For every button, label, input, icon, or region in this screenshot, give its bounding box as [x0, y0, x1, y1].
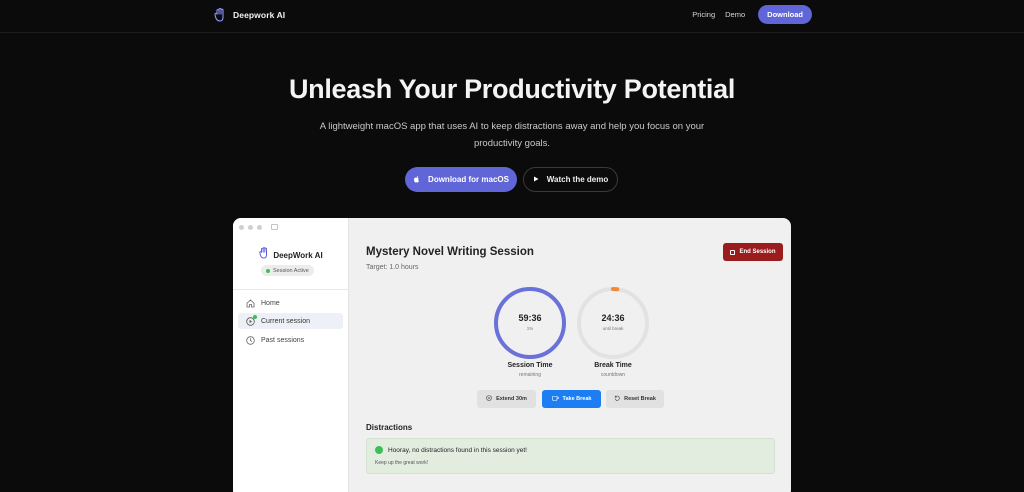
session-status-badge: Session Active [261, 265, 314, 276]
sidebar-item-current-session[interactable]: Current session [238, 313, 343, 329]
sidebar-item-label: Current session [261, 317, 311, 325]
distractions-message-row: Hooray, no distractions found in this se… [375, 446, 527, 454]
watch-demo-label: Watch the demo [546, 175, 609, 184]
take-break-label: Take Break [562, 396, 592, 402]
sidebar-toggle-icon[interactable] [271, 224, 278, 230]
status-text: Session Active [273, 267, 309, 274]
top-nav: Deepwork AI Pricing Demo Download [0, 0, 1024, 33]
sidebar-item-home[interactable]: Home [238, 295, 343, 311]
app-sidebar: DeepWork AI Session Active Home Current … [233, 218, 349, 492]
reset-break-label: Reset Break [624, 396, 656, 402]
session-timer-ring: 59:36 1% [491, 284, 569, 362]
status-dot [266, 268, 270, 273]
reset-icon [614, 395, 620, 403]
hand-logo-icon [259, 246, 269, 264]
watch-demo-button[interactable]: Watch the demo [523, 167, 618, 192]
home-icon [246, 298, 255, 308]
distractions-message: Hooray, no distractions found in this se… [388, 446, 527, 454]
play-circle-icon [246, 314, 257, 326]
nav-download-button[interactable]: Download [758, 5, 812, 24]
session-time-value: 59:36 [518, 313, 542, 323]
hero-subtitle: A lightweight macOS app that uses AI to … [319, 121, 705, 149]
session-target: Target: 1.0 hours [366, 264, 419, 271]
hero-title: Unleash Your Productivity Potential [288, 74, 736, 104]
extend-30m-button[interactable]: Extend 30m [477, 390, 536, 408]
reset-break-button[interactable]: Reset Break [606, 390, 664, 408]
break-time-label: Break Time [594, 362, 632, 369]
sidebar-brand-name: DeepWork AI [273, 250, 323, 260]
break-timer-ring: 24:36 until break [574, 284, 652, 362]
session-panel: Mystery Novel Writing Session Target: 1.… [350, 218, 791, 492]
take-break-button[interactable]: Take Break [542, 390, 601, 408]
plus-circle-icon [486, 395, 492, 403]
download-macos-label: Download for macOS [428, 175, 509, 184]
nav-link-pricing[interactable]: Pricing [690, 10, 717, 19]
sidebar-item-label: Past sessions [261, 336, 305, 344]
play-icon [533, 175, 539, 184]
break-time-caption: countdown [600, 372, 626, 378]
clock-icon [246, 335, 255, 345]
sidebar-brand: DeepWork AI [233, 246, 349, 264]
distractions-heading: Distractions [366, 423, 413, 432]
sidebar-item-label: Home [261, 299, 280, 307]
end-session-label: End Session [739, 249, 776, 255]
distractions-sub: Keep up the great work! [375, 460, 429, 466]
distractions-panel: Hooray, no distractions found in this se… [366, 438, 775, 474]
coffee-icon [551, 395, 559, 403]
active-indicator-dot [253, 314, 257, 319]
minimize-dot[interactable] [248, 224, 253, 230]
stop-icon [730, 249, 736, 255]
brand[interactable]: Deepwork AI [213, 7, 285, 23]
success-icon [375, 446, 383, 454]
break-time-value: 24:36 [601, 313, 625, 323]
session-time-percent: 1% [526, 326, 534, 331]
app-window-preview: DeepWork AI Session Active Home Current … [233, 218, 791, 492]
end-session-button[interactable]: End Session [723, 243, 783, 261]
close-dot[interactable] [239, 224, 244, 230]
sidebar-divider [233, 289, 349, 290]
break-time-sub: until break [602, 326, 624, 331]
brand-name: Deepwork AI [233, 10, 286, 20]
sidebar-item-past-sessions[interactable]: Past sessions [238, 332, 343, 348]
nav-link-demo[interactable]: Demo [723, 10, 747, 19]
session-title: Mystery Novel Writing Session [366, 246, 534, 258]
hand-logo-icon [213, 7, 227, 23]
session-time-caption: remaining [519, 372, 541, 378]
download-macos-button[interactable]: Download for macOS [405, 167, 517, 192]
nav-links: Pricing Demo Download [690, 5, 812, 24]
apple-icon [413, 175, 420, 185]
window-controls [239, 224, 278, 230]
extend-label: Extend 30m [496, 396, 527, 402]
session-time-label: Session Time [507, 362, 553, 369]
zoom-dot[interactable] [257, 224, 262, 230]
